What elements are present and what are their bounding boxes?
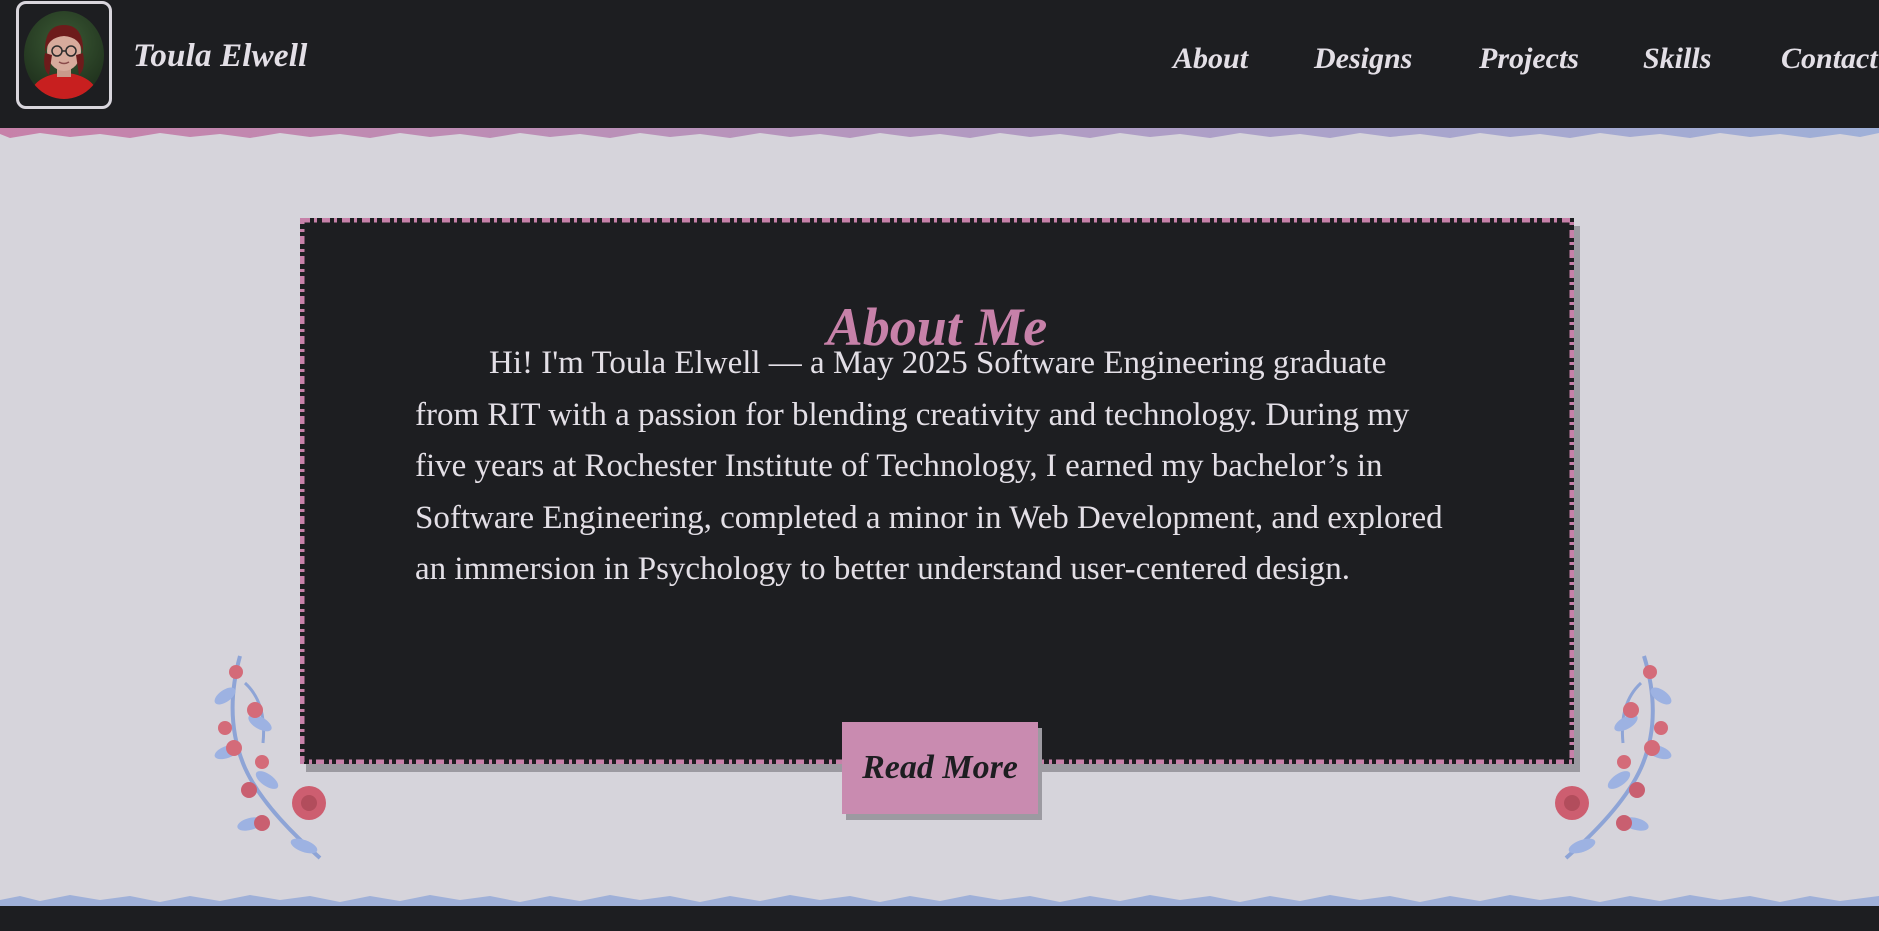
nav-skills[interactable]: Skills <box>1643 42 1711 76</box>
nav-designs[interactable]: Designs <box>1314 42 1412 76</box>
nav-about[interactable]: About <box>1173 42 1248 76</box>
nav-projects[interactable]: Projects <box>1479 42 1579 76</box>
footer-strip <box>0 906 1879 931</box>
footer-torn-edge <box>0 895 1879 906</box>
nav-contact[interactable]: Contact <box>1781 42 1878 76</box>
avatar <box>24 11 104 99</box>
site-header: Toula Elwell About Designs Projects Skil… <box>0 0 1879 128</box>
about-card: About Me Hi! I'm Toula Elwell — a May 20… <box>300 218 1574 764</box>
read-more-button[interactable]: Read More <box>842 722 1038 814</box>
about-body: Hi! I'm Toula Elwell — a May 2025 Softwa… <box>415 345 1443 587</box>
avatar-frame[interactable] <box>16 1 112 109</box>
header-torn-edge <box>0 128 1879 138</box>
brand-name[interactable]: Toula Elwell <box>133 38 307 75</box>
